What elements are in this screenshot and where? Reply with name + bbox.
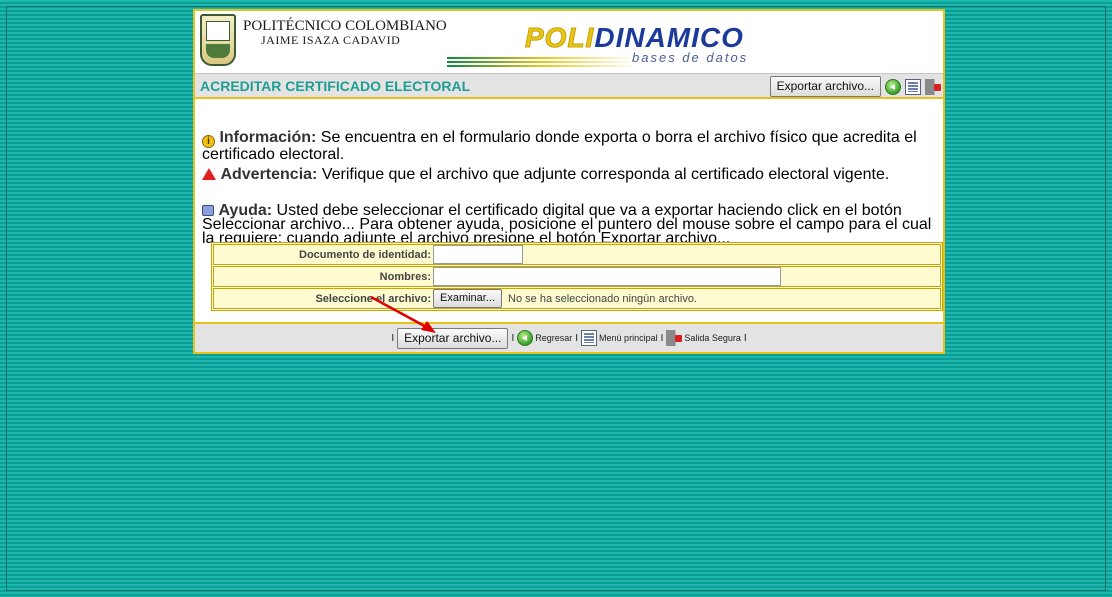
footer-separator: I — [575, 332, 579, 344]
help-icon — [202, 205, 214, 216]
names-label: Nombres: — [379, 270, 431, 283]
menu-icon[interactable] — [581, 330, 598, 346]
institution-shield-icon — [200, 14, 236, 66]
help-text: Usted debe seleccionar el certificado di… — [202, 202, 932, 247]
export-file-button-bottom[interactable]: Exportar archivo... — [397, 327, 509, 349]
back-link[interactable]: Regresar — [535, 333, 572, 343]
form-row-names: Nombres: — [213, 266, 941, 287]
warning-icon — [202, 168, 216, 180]
footer-bar: I Exportar archivo... I Regresar I Menú … — [195, 322, 943, 352]
footer-separator: I — [660, 332, 664, 344]
back-icon[interactable] — [885, 78, 901, 95]
main-panel: POLITÉCNICO COLOMBIANO JAIME ISAZA CADAV… — [193, 9, 945, 354]
exit-icon[interactable] — [666, 330, 683, 346]
help-message: Ayuda: Usted debe seleccionar el certifi… — [202, 202, 937, 247]
form-row-file: Seleccione el archivo: Examinar... No se… — [213, 288, 941, 309]
document-id-field[interactable] — [433, 245, 523, 264]
document-id-label: Documento de identidad: — [299, 248, 431, 261]
secure-exit-link[interactable]: Salida Segura — [684, 333, 741, 343]
title-actions: Exportar archivo... — [769, 76, 941, 97]
institution-name-line2: JAIME ISAZA CADAVID — [261, 33, 401, 47]
warning-label: Advertencia: — [220, 166, 318, 183]
logo-subtitle: bases de datos — [632, 50, 749, 65]
warning-message: Advertencia: Verifique que el archivo qu… — [202, 166, 937, 183]
logo-wordmark-part1: POLI — [524, 22, 595, 53]
info-label: Información: — [219, 129, 317, 146]
exit-icon[interactable] — [925, 78, 941, 95]
footer-separator: I — [511, 332, 515, 344]
polidinamico-logo: POLIDINAMICO bases de datos — [447, 22, 785, 67]
title-bar: ACREDITAR CERTIFICADO ELECTORAL Exportar… — [195, 73, 943, 99]
browse-file-button[interactable]: Examinar... — [433, 289, 503, 308]
institution-name: POLITÉCNICO COLOMBIANO JAIME ISAZA CADAV… — [243, 18, 447, 48]
menu-icon[interactable] — [905, 78, 921, 95]
export-file-button-top[interactable]: Exportar archivo... — [769, 76, 881, 97]
info-message: i Información: Se encuentra en el formul… — [202, 129, 937, 163]
logo-wordmark: POLIDINAMICO — [524, 22, 744, 53]
footer-separator: I — [391, 332, 395, 344]
shield-emblem — [206, 21, 230, 41]
page-title: ACREDITAR CERTIFICADO ELECTORAL — [200, 78, 471, 94]
form-row-document: Documento de identidad: — [213, 244, 941, 265]
back-icon[interactable] — [517, 330, 534, 346]
file-select-label: Seleccione el archivo: — [315, 292, 431, 305]
names-field[interactable] — [433, 267, 781, 286]
footer-separator: I — [743, 332, 747, 344]
logo-wordmark-part2: DINAMICO — [594, 22, 744, 53]
institution-name-line1: POLITÉCNICO COLOMBIANO — [243, 18, 447, 34]
export-form: Documento de identidad: Nombres: Selecci… — [211, 242, 943, 311]
file-status-text: No se ha seleccionado ningún archivo. — [508, 292, 697, 305]
warning-text: Verifique que el archivo que adjunte cor… — [317, 166, 890, 183]
header-banner: POLITÉCNICO COLOMBIANO JAIME ISAZA CADAV… — [195, 11, 943, 73]
shield-base — [206, 44, 230, 58]
logo-speed-lines — [447, 57, 637, 67]
main-menu-link[interactable]: Menú principal — [599, 333, 658, 343]
